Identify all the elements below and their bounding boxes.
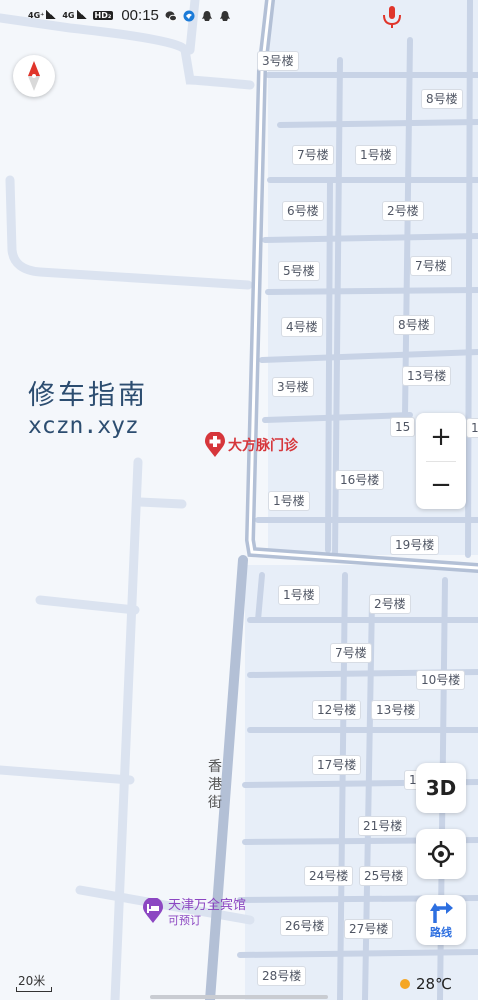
compass-icon (28, 61, 40, 91)
building-label: 13号楼 (371, 700, 421, 720)
building-label: 7号楼 (292, 145, 334, 165)
building-label: 6号楼 (282, 201, 324, 221)
hotel-pin-icon (143, 898, 163, 923)
status-bar: 4G⁺ 4G HD₂ 00:15 (0, 0, 478, 34)
building-label: 7号楼 (330, 643, 372, 663)
building-label: 19号楼 (390, 535, 440, 555)
hospital-pin-icon (205, 432, 225, 457)
poi-hotel-name: 天津万全宾馆 (168, 898, 247, 913)
qq-icon (201, 10, 212, 21)
building-label: 1号楼 (278, 585, 320, 605)
watermark-title: 修车指南 (28, 380, 148, 411)
building-label: 15 (390, 417, 416, 437)
building-label: 28号楼 (257, 966, 307, 986)
watermark: 修车指南 xczn.xyz (28, 380, 148, 440)
zoom-controls: + − (416, 413, 466, 509)
hd-voice-icon: HD₂ (92, 11, 114, 20)
building-label: 21号楼 (358, 816, 408, 836)
building-label: 24号楼 (304, 866, 354, 886)
building-label: 12号楼 (312, 700, 362, 720)
signal-strength-icon: 4G⁺ (28, 10, 57, 20)
map-scale-bar (16, 987, 52, 992)
building-label: 7号楼 (410, 256, 452, 276)
building-label: 12 (466, 418, 478, 438)
building-label: 13号楼 (402, 366, 452, 386)
building-label: 3号楼 (257, 51, 299, 71)
watermark-url: xczn.xyz (28, 413, 139, 439)
building-label: 8号楼 (421, 89, 463, 109)
compass-button[interactable] (13, 55, 55, 97)
poi-clinic-name: 大方脉门诊 (228, 438, 298, 454)
signal-strength-icon-2: 4G (62, 10, 87, 20)
building-label: 16号楼 (335, 470, 385, 490)
building-label: 3号楼 (272, 377, 314, 397)
bottom-sheet-handle[interactable] (150, 995, 328, 999)
zoom-in-button[interactable]: + (416, 413, 466, 461)
building-label: 1号楼 (268, 491, 310, 511)
status-time: 00:15 (121, 7, 159, 24)
building-label: 8号楼 (393, 315, 435, 335)
locate-icon (428, 841, 454, 867)
3d-toggle-button[interactable]: 3D (416, 763, 466, 813)
poi-hotel[interactable]: 天津万全宾馆 可预订 (142, 898, 246, 928)
building-label: 1号楼 (355, 145, 397, 165)
building-label: 17号楼 (312, 755, 362, 775)
building-label: 27号楼 (344, 919, 394, 939)
poi-hotel-booking: 可预订 (168, 914, 201, 927)
building-label: 2号楼 (369, 594, 411, 614)
route-arrow-icon (430, 901, 453, 923)
bird-icon (183, 10, 195, 21)
wechat-icon (165, 10, 177, 21)
building-label: 2号楼 (382, 201, 424, 221)
poi-clinic[interactable]: 大方脉门诊 (204, 432, 298, 458)
map-canvas[interactable] (0, 0, 478, 1000)
route-label: 路线 (430, 925, 452, 939)
route-button[interactable]: 路线 (416, 895, 466, 945)
locate-me-button[interactable] (416, 829, 466, 879)
building-label: 5号楼 (278, 261, 320, 281)
microphone-icon[interactable] (382, 6, 402, 28)
temperature: 28℃ (416, 975, 452, 993)
sun-icon (400, 979, 410, 989)
qq-icon-2 (219, 10, 230, 21)
street-name: 香港街 (208, 759, 222, 811)
building-label: 4号楼 (281, 317, 323, 337)
building-label: 26号楼 (280, 916, 330, 936)
building-label: 10号楼 (416, 670, 466, 690)
building-label: 25号楼 (359, 866, 409, 886)
zoom-out-button[interactable]: − (416, 461, 466, 509)
weather-widget[interactable]: 28℃ (400, 975, 452, 993)
